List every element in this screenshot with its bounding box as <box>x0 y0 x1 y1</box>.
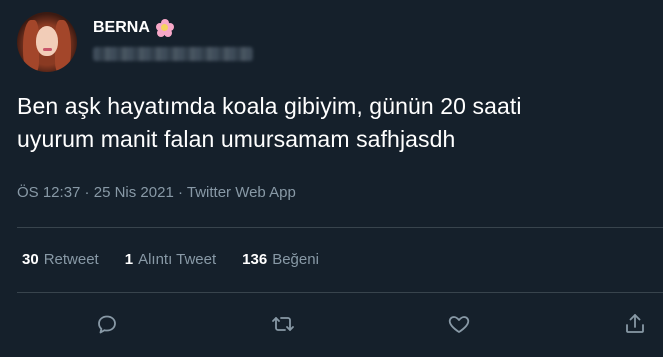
stat-count: 136 <box>242 251 268 268</box>
blurred-username <box>93 47 253 61</box>
tweet-card: BERNA Ben aşk hayatımda koala gibiyim, g… <box>0 0 663 357</box>
retweet-count[interactable]: 30 Retweet <box>22 251 99 268</box>
tweet-date[interactable]: 25 Nis 2021 <box>94 184 174 201</box>
like-icon <box>448 316 470 333</box>
stat-label: Beğeni <box>272 251 319 268</box>
meta-separator: · <box>80 184 94 201</box>
tweet-header: BERNA <box>17 12 253 72</box>
action-bar <box>0 309 663 339</box>
avatar[interactable] <box>17 12 77 72</box>
stat-label: Retweet <box>43 251 99 268</box>
reply-button[interactable] <box>92 309 122 339</box>
tweet-time[interactable]: ÖS 12:37 <box>17 184 80 201</box>
like-count[interactable]: 136 Beğeni <box>242 251 319 268</box>
retweet-icon <box>272 317 294 331</box>
stat-count: 30 <box>22 251 39 268</box>
display-name-text: BERNA <box>93 19 150 36</box>
user-names: BERNA <box>93 18 253 61</box>
tweet-text: Ben aşk hayatımda koala gibiyim, günün 2… <box>17 93 522 152</box>
reply-icon <box>98 315 116 334</box>
divider-bottom <box>17 292 663 293</box>
cherry-blossom-icon <box>155 19 174 37</box>
divider-top <box>17 227 663 228</box>
stat-label: Alıntı Tweet <box>138 251 217 268</box>
share-button[interactable] <box>620 309 650 339</box>
meta-separator-2: · <box>173 184 187 201</box>
stat-count: 1 <box>124 251 134 268</box>
quote-tweet-count[interactable]: 1 Alıntı Tweet <box>125 251 216 268</box>
tweet-source[interactable]: Twitter Web App <box>187 184 296 201</box>
share-icon <box>626 314 644 333</box>
retweet-button[interactable] <box>268 309 298 339</box>
display-name[interactable]: BERNA <box>93 18 253 38</box>
tweet-stats: 30 Retweet 1 Alıntı Tweet 136 Beğeni <box>22 251 345 268</box>
like-button[interactable] <box>444 309 474 339</box>
tweet-meta: ÖS 12:37 · 25 Nis 2021 · Twitter Web App <box>17 184 296 201</box>
